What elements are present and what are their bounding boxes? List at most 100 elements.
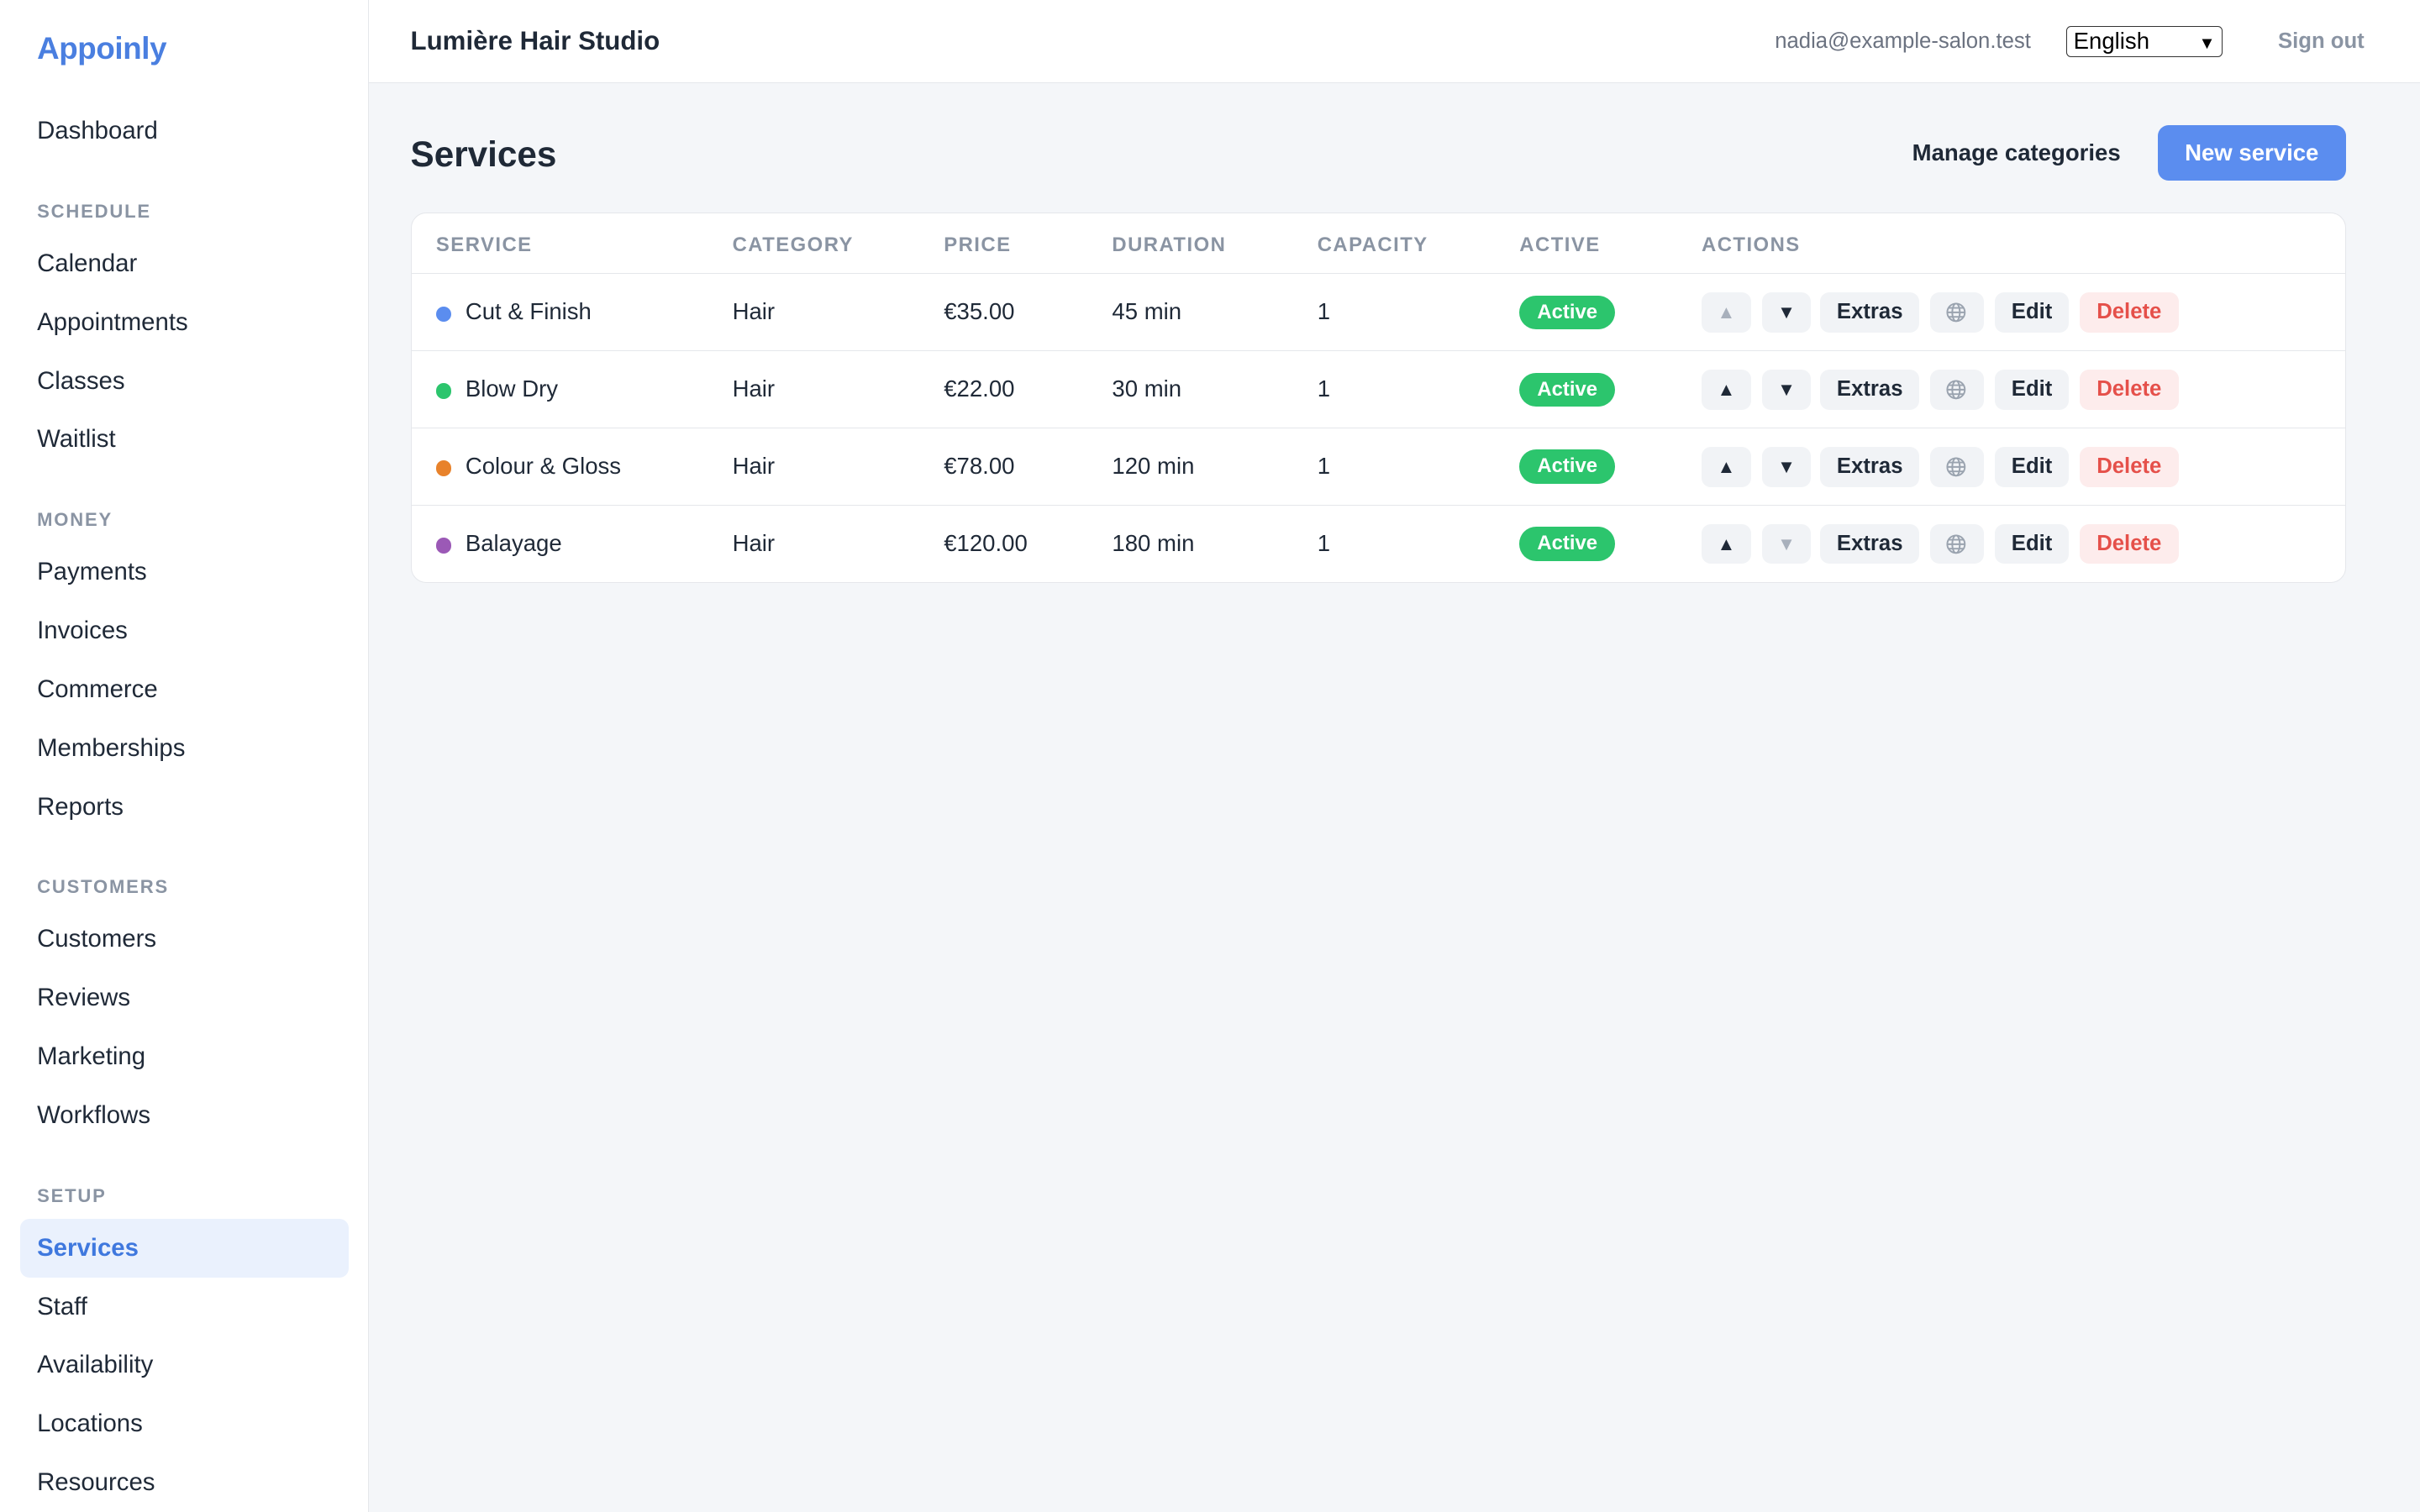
brand-logo[interactable]: Appoinly [37,31,166,66]
service-name: Balayage [465,529,562,556]
table-row: Cut & Finish Hair €35.00 45 min 1 Active ▲ ▼ Ext… [411,274,2345,351]
status-badge: Active [1519,295,1616,330]
translate-button[interactable] [1929,523,1985,564]
sidebar-item-services[interactable]: Services [19,1218,350,1278]
move-up-button[interactable]: ▲ [1702,369,1751,410]
column-header-active: ACTIVE [1519,234,1601,257]
table-row: Balayage Hair €120.00 180 min 1 Active ▲ ▼ Extra… [412,506,2345,583]
service-color-dot [435,306,452,322]
sidebar-item-marketing[interactable]: Marketing [20,1027,349,1086]
sidebar-item-reviews[interactable]: Reviews [20,969,349,1027]
sidebar-section-money: MONEY [37,509,113,531]
column-header-actions: ACTIONS [1702,234,1801,257]
service-color-dot [435,460,452,476]
sidebar-item-appointments[interactable]: Appointments [20,293,349,352]
service-category: Hair [732,453,776,480]
move-up-button[interactable]: ▲ [1702,523,1751,564]
extras-button[interactable]: Extras [1820,523,1919,564]
move-down-button: ▼ [1761,523,1812,564]
translate-button[interactable] [1929,292,1985,333]
service-capacity: 1 [1317,453,1331,480]
translate-button[interactable] [1929,369,1985,410]
sidebar-item-payments[interactable]: Payments [20,543,349,601]
sidebar-item-dashboard[interactable]: Dashboard [20,102,349,160]
language-select-value: English [2073,28,2150,55]
table-row: Colour & Gloss Hair €78.00 120 min 1 Active ▲ ▼… [411,428,2345,506]
status-badge: Active [1519,372,1616,407]
sidebar-section-schedule: SCHEDULE [37,201,151,223]
sign-out-link[interactable]: Sign out [2278,29,2365,54]
sidebar-item-staff[interactable]: Staff [20,1278,349,1336]
status-badge: Active [1519,449,1616,484]
new-service-button[interactable]: New service [2157,124,2346,181]
service-price: €22.00 [944,375,1015,402]
chevron-down-icon: ▼ [2198,34,2216,53]
move-up-button: ▲ [1702,292,1751,333]
move-up-button[interactable]: ▲ [1702,446,1751,487]
service-category: Hair [732,298,776,325]
service-name: Blow Dry [465,375,559,402]
sidebar-item-resources[interactable]: Resources [20,1453,349,1512]
service-price: €78.00 [944,453,1015,480]
service-capacity: 1 [1317,529,1331,556]
sidebar-item-reports[interactable]: Reports [20,778,349,837]
service-price: €120.00 [944,529,1028,556]
sidebar-section-customers: CUSTOMERS [37,876,169,898]
service-color-dot [435,383,452,399]
service-color-dot [435,538,452,554]
extras-button[interactable]: Extras [1820,446,1919,487]
column-header-price: PRICE [944,234,1012,257]
service-price: €35.00 [944,298,1015,325]
edit-button[interactable]: Edit [1995,369,2070,410]
service-capacity: 1 [1317,375,1331,402]
sidebar-item-classes[interactable]: Classes [20,352,349,411]
column-header-capacity: CAPACITY [1317,234,1428,257]
extras-button[interactable]: Extras [1820,292,1919,333]
service-duration: 45 min [1112,298,1182,325]
service-category: Hair [732,529,776,556]
extras-button[interactable]: Extras [1820,369,1919,410]
delete-button[interactable]: Delete [2080,523,2179,564]
service-name: Colour & Gloss [465,453,622,480]
sidebar-item-locations[interactable]: Locations [20,1394,349,1453]
service-duration: 30 min [1112,375,1182,402]
sidebar-section-setup: SETUP [37,1184,107,1206]
language-select[interactable]: English ▼ [2066,26,2223,57]
sidebar-item-workflows[interactable]: Workflows [20,1086,349,1145]
sidebar-nav: Dashboard SCHEDULE Calendar Appointments Cla… [0,102,368,1512]
move-down-button[interactable]: ▼ [1761,292,1812,333]
sidebar-item-calendar[interactable]: Calendar [20,234,349,293]
table-header: SERVICE CATEGORY PRICE DURATION CAPACITY… [411,213,2345,275]
sidebar-item-waitlist[interactable]: Waitlist [20,410,349,469]
sidebar-item-commerce[interactable]: Commerce [20,660,349,719]
service-name: Cut & Finish [465,298,592,325]
sidebar: Appoinly Dashboard SCHEDULE Calendar Appoin… [0,0,369,1512]
column-header-duration: DURATION [1112,234,1227,257]
translate-button[interactable] [1929,446,1985,487]
edit-button[interactable]: Edit [1995,292,2070,333]
page-title: Services [410,134,557,174]
table-row: Blow Dry Hair €22.00 30 min 1 Active ▲ ▼ Extras E… [411,351,2345,428]
edit-button[interactable]: Edit [1995,446,2070,487]
status-badge: Active [1519,527,1616,561]
column-header-service: SERVICE [435,234,533,257]
services-table: SERVICE CATEGORY PRICE DURATION CAPACITY… [410,213,2346,584]
sidebar-item-memberships[interactable]: Memberships [20,719,349,778]
user-email: nadia@example-salon.test [1775,29,2031,53]
sidebar-item-customers[interactable]: Customers [20,910,349,969]
edit-button[interactable]: Edit [1995,523,2070,564]
move-down-button[interactable]: ▼ [1761,446,1812,487]
sidebar-item-availability[interactable]: Availability [20,1336,349,1394]
delete-button[interactable]: Delete [2080,292,2179,333]
service-duration: 180 min [1112,529,1195,556]
studio-name: Lumière Hair Studio [410,26,660,56]
delete-button[interactable]: Delete [2080,369,2179,410]
top-bar: Lumière Hair Studio nadia@example-salon.… [368,0,2420,84]
delete-button[interactable]: Delete [2080,446,2179,487]
column-header-category: CATEGORY [732,234,854,257]
service-capacity: 1 [1317,298,1331,325]
manage-categories-button[interactable]: Manage categories [1892,125,2141,181]
service-duration: 120 min [1112,453,1195,480]
move-down-button[interactable]: ▼ [1761,369,1812,410]
sidebar-item-invoices[interactable]: Invoices [20,601,349,660]
